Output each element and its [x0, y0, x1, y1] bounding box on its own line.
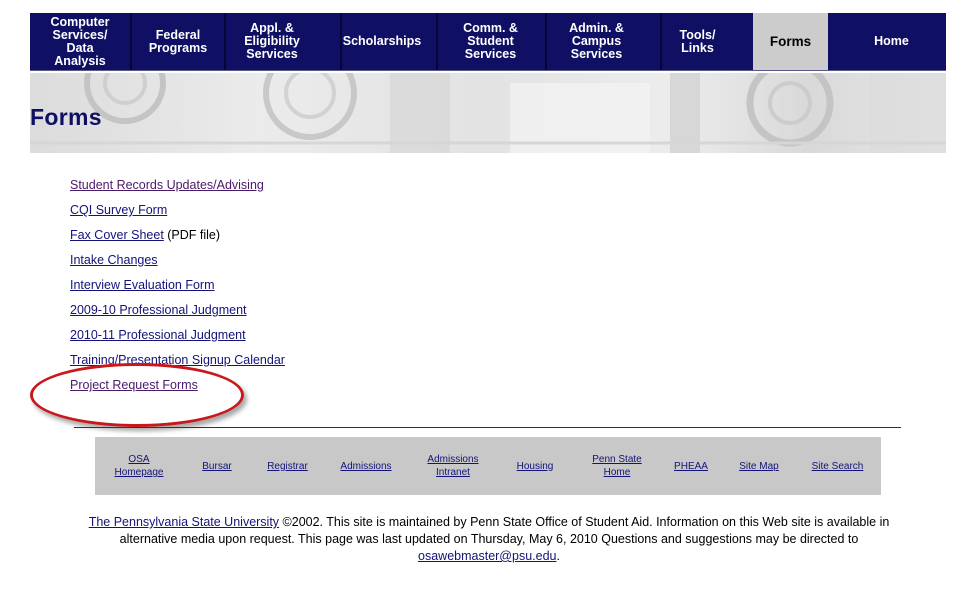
list-item: Intake Changes: [70, 252, 285, 277]
nav-divider: [545, 13, 547, 70]
professional-judgment-2010-link[interactable]: 2010-11 Professional Judgment: [70, 328, 246, 342]
list-item: Interview Evaluation Form: [70, 277, 285, 302]
page-banner: Forms: [30, 73, 946, 153]
training-calendar-link[interactable]: Training/Presentation Signup Calendar: [70, 353, 285, 367]
banner-architecture-image: [30, 73, 946, 153]
footer-link-bursar[interactable]: Bursar: [185, 437, 249, 495]
project-request-forms-link[interactable]: Project Request Forms: [70, 378, 198, 392]
list-item: CQI Survey Form: [70, 202, 285, 227]
footer-link-registrar[interactable]: Registrar: [250, 437, 325, 495]
nav-federal-programs[interactable]: Federal Programs: [132, 13, 224, 70]
list-item: Project Request Forms: [70, 377, 285, 402]
forms-link-list: Student Records Updates/Advising CQI Sur…: [70, 177, 285, 402]
nav-tools-links[interactable]: Tools/ Links: [660, 13, 735, 70]
email-link[interactable]: osawebmaster@psu.edu: [418, 549, 556, 563]
list-item: 2010-11 Professional Judgment: [70, 327, 285, 352]
footer-link-housing[interactable]: Housing: [500, 437, 570, 495]
nav-forms[interactable]: Forms: [753, 13, 828, 70]
page-title: Forms: [30, 104, 102, 130]
list-item: Fax Cover Sheet (PDF file): [70, 227, 285, 252]
fax-cover-sheet-link[interactable]: Fax Cover Sheet: [70, 228, 164, 242]
nav-campus-services[interactable]: Admin. & Campus Services: [548, 13, 645, 70]
footer-link-admissions[interactable]: Admissions: [330, 437, 402, 495]
nav-divider: [436, 13, 438, 70]
intake-changes-link[interactable]: Intake Changes: [70, 253, 158, 267]
footer-link-penn-state-home[interactable]: Penn State Home: [575, 437, 659, 495]
footer-link-pheaa[interactable]: PHEAA: [663, 437, 719, 495]
nav-eligibility-services[interactable]: Appl. & Eligibility Services: [226, 13, 318, 70]
list-item: Training/Presentation Signup Calendar: [70, 352, 285, 377]
list-item: 2009-10 Professional Judgment: [70, 302, 285, 327]
professional-judgment-2009-link[interactable]: 2009-10 Professional Judgment: [70, 303, 247, 317]
university-link[interactable]: The Pennsylvania State University: [89, 515, 279, 529]
nav-computer-services[interactable]: Computer Services/ Data Analysis: [30, 13, 130, 70]
cqi-survey-link[interactable]: CQI Survey Form: [70, 203, 167, 217]
footer-link-site-search[interactable]: Site Search: [800, 437, 875, 495]
footer-link-site-map[interactable]: Site Map: [725, 437, 793, 495]
nav-student-services[interactable]: Comm. & Student Services: [442, 13, 539, 70]
file-type-note: (PDF file): [163, 228, 221, 242]
footer-link-admissions-intranet[interactable]: Admissions Intranet: [413, 437, 493, 495]
interview-evaluation-link[interactable]: Interview Evaluation Form: [70, 278, 215, 292]
footer-nav: OSA Homepage Bursar Registrar Admissions…: [95, 437, 881, 495]
footer-text: The Pennsylvania State University ©2002.…: [70, 514, 908, 565]
student-records-link[interactable]: Student Records Updates/Advising: [70, 178, 264, 192]
footer-period: .: [556, 549, 560, 563]
divider: [74, 427, 901, 428]
list-item: Student Records Updates/Advising: [70, 177, 285, 202]
nav-scholarships[interactable]: Scholarships: [335, 13, 429, 70]
footer-link-osa-homepage[interactable]: OSA Homepage: [95, 437, 183, 495]
top-nav: Computer Services/ Data Analysis Federal…: [30, 13, 946, 71]
nav-home[interactable]: Home: [845, 13, 938, 70]
